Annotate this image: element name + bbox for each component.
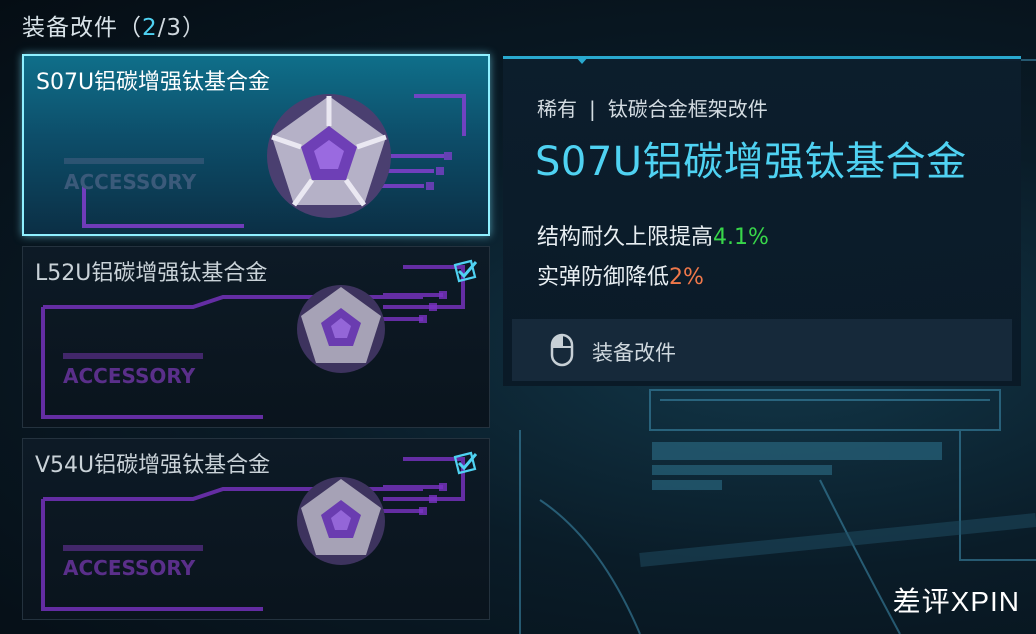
panel-title-label: 装备改件（ xyxy=(22,15,142,41)
stat-defense-value: 2% xyxy=(669,265,704,290)
accessory-card-name: S07U铝碳增强钛基合金 xyxy=(36,70,271,95)
accessory-detail-panel: 稀有 | 钛碳合金框架改件 S07U铝碳增强钛基合金 结构耐久上限提高4.1% 实弹… xyxy=(503,56,1021,386)
stat-durability-label: 结构耐久上限提高 xyxy=(537,225,714,250)
stat-defense-label: 实弹防御降低 xyxy=(537,265,670,290)
stat-durability-value: 4.1% xyxy=(713,225,769,250)
watermark: 差评XPIN xyxy=(892,586,1020,617)
alloy-ornament-icon xyxy=(297,477,385,565)
panel-title: 装备改件（2/3） xyxy=(22,8,206,42)
accessory-card-name: V54U铝碳增强钛基合金 xyxy=(35,453,271,478)
accessory-card-v54u[interactable]: ACCESSORY V54U铝碳增强钛基合金 xyxy=(22,438,490,620)
accessory-brand-text: ACCESSORY xyxy=(64,170,197,194)
alloy-ornament-icon xyxy=(297,285,385,373)
detail-title: S07U铝碳增强钛基合金 xyxy=(535,139,967,185)
stat-ballistic-defense: 实弹防御降低2% xyxy=(537,259,704,291)
accessory-brand-text: ACCESSORY xyxy=(63,556,196,580)
stat-durability: 结构耐久上限提高4.1% xyxy=(537,219,769,251)
equipped-check-icon xyxy=(453,259,478,283)
equipped-check-icon xyxy=(453,451,478,475)
equip-button-label: 装备改件 xyxy=(592,341,676,365)
detail-notch xyxy=(575,56,589,64)
accessory-card-name: L52U铝碳增强钛基合金 xyxy=(35,261,268,286)
category-label: 钛碳合金框架改件 xyxy=(607,97,768,121)
detail-meta: 稀有 | 钛碳合金框架改件 xyxy=(537,93,768,122)
mouse-icon xyxy=(550,333,574,367)
meta-separator: | xyxy=(589,97,596,121)
equipped-count: 2 xyxy=(142,15,158,41)
accessory-brand-text: ACCESSORY xyxy=(63,364,196,388)
rarity-label: 稀有 xyxy=(537,97,577,121)
equip-accessory-button[interactable]: 装备改件 xyxy=(512,319,1012,381)
accessory-card-l52u[interactable]: ACCESSORY L52U铝碳增强钛基合金 xyxy=(22,246,490,428)
accessory-card-s07u[interactable]: ACCESSORY S07U铝碳增强钛基合金 xyxy=(22,54,490,236)
total-count: /3） xyxy=(157,15,207,41)
alloy-ornament-icon xyxy=(267,94,391,218)
